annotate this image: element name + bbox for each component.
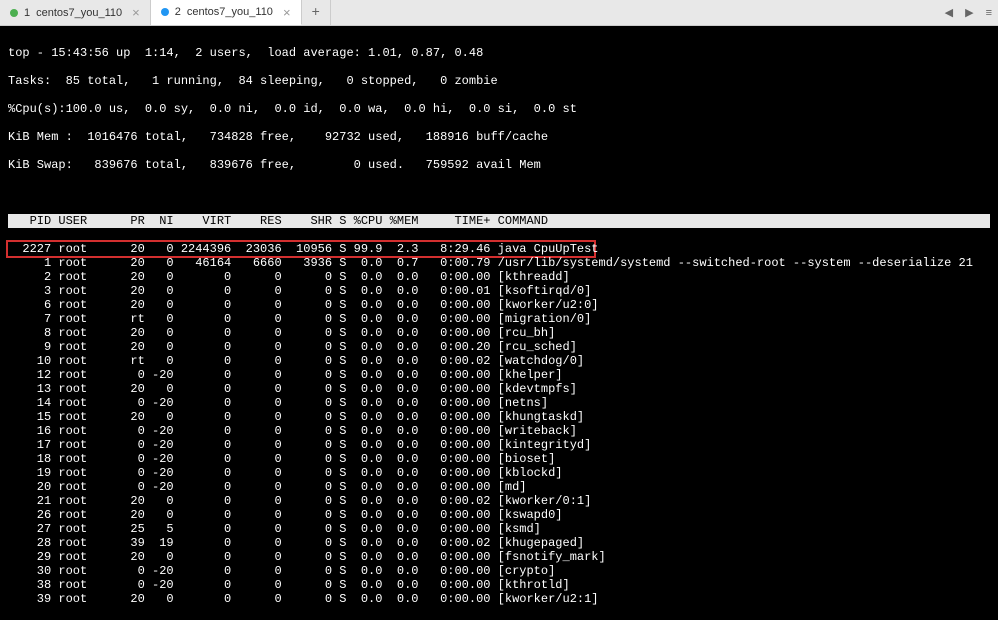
summary-line: %Cpu(s):100.0 us, 0.0 sy, 0.0 ni, 0.0 id… [8, 102, 990, 116]
process-row: 17 root 0 -20 0 0 0 S 0.0 0.0 0:00.00 [k… [8, 438, 990, 452]
tab-number: 1 [24, 7, 30, 19]
tab-bar: 1 centos7_you_110 × 2 centos7_you_110 × … [0, 0, 998, 26]
process-row: 15 root 20 0 0 0 0 S 0.0 0.0 0:00.00 [kh… [8, 410, 990, 424]
terminal-output[interactable]: top - 15:43:56 up 1:14, 2 users, load av… [0, 26, 998, 620]
process-row: 7 root rt 0 0 0 0 S 0.0 0.0 0:00.00 [mig… [8, 312, 990, 326]
process-row: 1 root 20 0 46164 6660 3936 S 0.0 0.7 0:… [8, 256, 990, 270]
summary-line: KiB Swap: 839676 total, 839676 free, 0 u… [8, 158, 990, 172]
summary-line: top - 15:43:56 up 1:14, 2 users, load av… [8, 46, 990, 60]
status-dot-icon [161, 8, 169, 16]
tab-label: centos7_you_110 [187, 6, 273, 18]
process-row: 14 root 0 -20 0 0 0 S 0.0 0.0 0:00.00 [n… [8, 396, 990, 410]
summary-line: Tasks: 85 total, 1 running, 84 sleeping,… [8, 74, 990, 88]
add-tab-button[interactable]: + [302, 0, 331, 25]
process-row: 13 root 20 0 0 0 0 S 0.0 0.0 0:00.00 [kd… [8, 382, 990, 396]
process-row: 12 root 0 -20 0 0 0 S 0.0 0.0 0:00.00 [k… [8, 368, 990, 382]
tab-2[interactable]: 2 centos7_you_110 × [151, 0, 302, 25]
process-row: 8 root 20 0 0 0 0 S 0.0 0.0 0:00.00 [rcu… [8, 326, 990, 340]
tab-nav: ◀ ▶ ≡ [943, 0, 994, 25]
process-row: 6 root 20 0 0 0 0 S 0.0 0.0 0:00.00 [kwo… [8, 298, 990, 312]
process-row: 18 root 0 -20 0 0 0 S 0.0 0.0 0:00.00 [b… [8, 452, 990, 466]
tab-1[interactable]: 1 centos7_you_110 × [0, 0, 151, 25]
nav-menu-icon[interactable]: ≡ [984, 5, 994, 21]
close-icon[interactable]: × [132, 5, 140, 20]
process-row: 38 root 0 -20 0 0 0 S 0.0 0.0 0:00.00 [k… [8, 578, 990, 592]
process-row: 30 root 0 -20 0 0 0 S 0.0 0.0 0:00.00 [c… [8, 564, 990, 578]
nav-left-icon[interactable]: ◀ [943, 4, 955, 21]
process-list: 1 root 20 0 46164 6660 3936 S 0.0 0.7 0:… [8, 256, 990, 606]
process-row: 27 root 25 5 0 0 0 S 0.0 0.0 0:00.00 [ks… [8, 522, 990, 536]
close-icon[interactable]: × [283, 5, 291, 20]
process-row: 16 root 0 -20 0 0 0 S 0.0 0.0 0:00.00 [w… [8, 424, 990, 438]
process-row: 2 root 20 0 0 0 0 S 0.0 0.0 0:00.00 [kth… [8, 270, 990, 284]
process-row: 2227 root 20 0 2244396 23036 10956 S 99.… [8, 242, 599, 256]
process-row: 19 root 0 -20 0 0 0 S 0.0 0.0 0:00.00 [k… [8, 466, 990, 480]
column-headers: PID USER PR NI VIRT RES SHR S %CPU %MEM … [8, 214, 990, 228]
process-row: 29 root 20 0 0 0 0 S 0.0 0.0 0:00.00 [fs… [8, 550, 990, 564]
summary-line: KiB Mem : 1016476 total, 734828 free, 92… [8, 130, 990, 144]
blank-line [8, 186, 990, 200]
tab-label: centos7_you_110 [36, 7, 122, 19]
nav-right-icon[interactable]: ▶ [963, 4, 975, 21]
process-row: 9 root 20 0 0 0 0 S 0.0 0.0 0:00.20 [rcu… [8, 340, 990, 354]
status-dot-icon [10, 9, 18, 17]
process-row: 10 root rt 0 0 0 0 S 0.0 0.0 0:00.02 [wa… [8, 354, 990, 368]
process-row: 39 root 20 0 0 0 0 S 0.0 0.0 0:00.00 [kw… [8, 592, 990, 606]
process-row: 21 root 20 0 0 0 0 S 0.0 0.0 0:00.02 [kw… [8, 494, 990, 508]
process-row: 28 root 39 19 0 0 0 S 0.0 0.0 0:00.02 [k… [8, 536, 990, 550]
process-row: 3 root 20 0 0 0 0 S 0.0 0.0 0:00.01 [kso… [8, 284, 990, 298]
tab-number: 2 [175, 6, 181, 18]
process-row: 26 root 20 0 0 0 0 S 0.0 0.0 0:00.00 [ks… [8, 508, 990, 522]
process-row: 20 root 0 -20 0 0 0 S 0.0 0.0 0:00.00 [m… [8, 480, 990, 494]
